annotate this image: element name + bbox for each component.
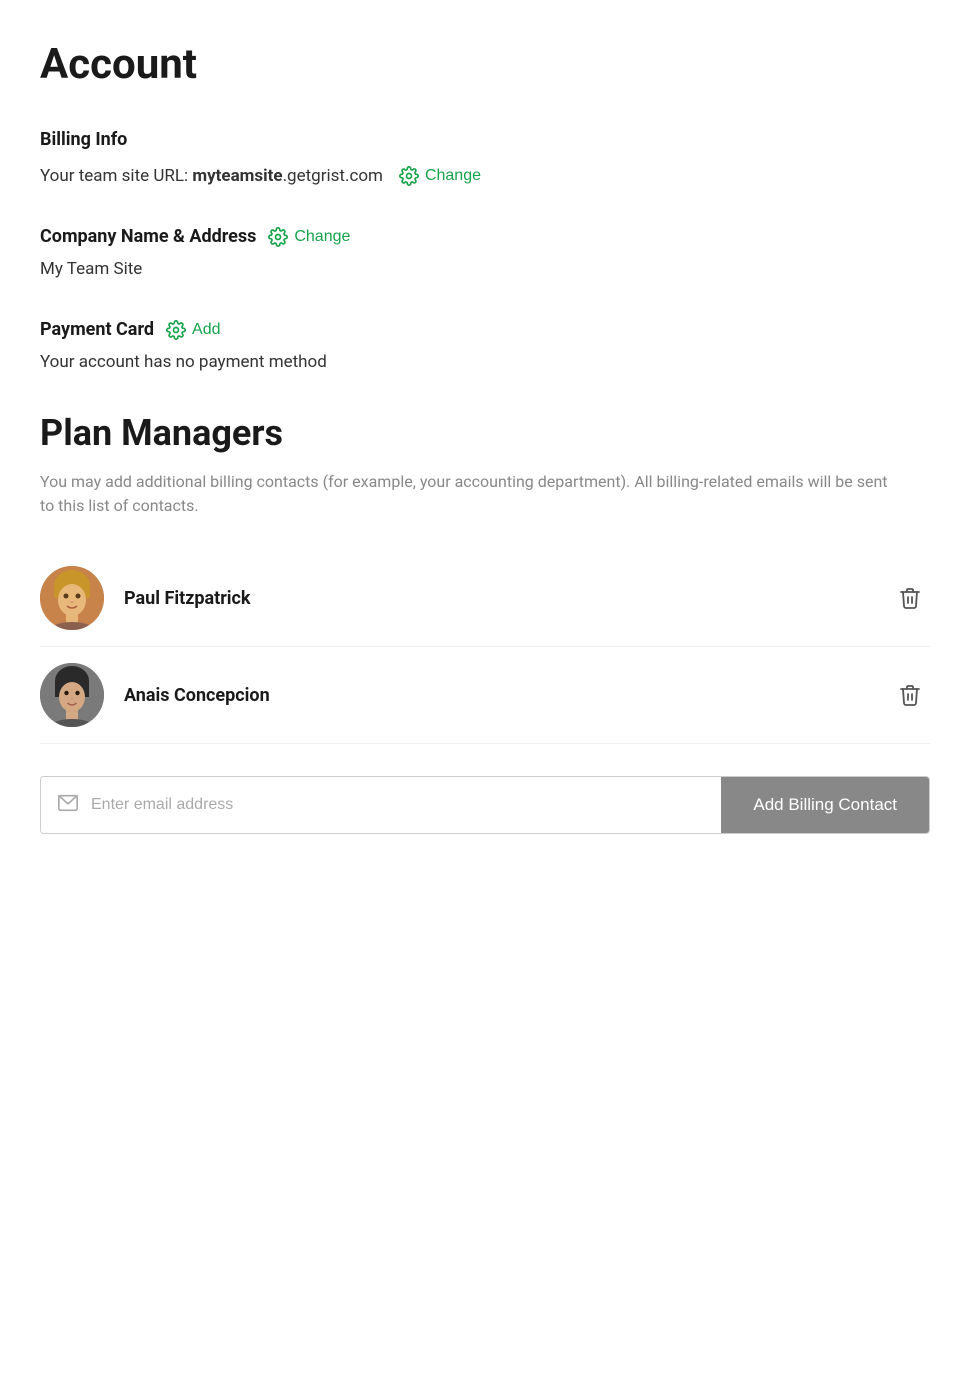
contact-item-paul: Paul Fitzpatrick <box>40 550 930 647</box>
payment-card-header: Payment Card Add <box>40 319 930 340</box>
contact-list: Paul Fitzpatrick <box>40 550 930 744</box>
no-payment-text: Your account has no payment method <box>40 352 930 372</box>
url-suffix-text: .getgrist.com <box>283 166 383 186</box>
gear-icon-payment <box>166 320 186 340</box>
trash-icon-anais <box>898 683 922 707</box>
change-url-button[interactable]: Change <box>399 166 481 186</box>
company-name-text: My Team Site <box>40 259 930 279</box>
url-bold-text: myteamsite <box>192 166 282 186</box>
contact-name-anais: Anais Concepcion <box>124 685 870 706</box>
email-input[interactable] <box>91 778 705 832</box>
company-section-header: Company Name & Address Change <box>40 226 930 247</box>
url-prefix-text: Your team site URL: <box>40 166 192 186</box>
delete-anais-button[interactable] <box>890 675 930 715</box>
billing-info-title: Billing Info <box>40 129 930 150</box>
contact-item-anais: Anais Concepcion <box>40 647 930 744</box>
change-url-label: Change <box>425 167 481 185</box>
company-title: Company Name & Address <box>40 226 256 247</box>
email-input-wrapper <box>41 777 721 833</box>
payment-card-title: Payment Card <box>40 319 154 340</box>
change-company-button[interactable]: Change <box>268 227 350 247</box>
plan-managers-description: You may add additional billing contacts … <box>40 470 900 518</box>
delete-paul-button[interactable] <box>890 578 930 618</box>
plan-managers-section: Plan Managers You may add additional bil… <box>40 412 930 834</box>
gear-icon <box>399 166 419 186</box>
avatar-anais <box>40 663 104 727</box>
envelope-icon <box>57 792 79 818</box>
add-payment-label: Add <box>192 321 220 339</box>
payment-card-section: Payment Card Add Your account has no pay… <box>40 319 930 372</box>
add-payment-button[interactable]: Add <box>166 320 220 340</box>
add-billing-contact-button[interactable]: Add Billing Contact <box>721 777 929 833</box>
plan-managers-title: Plan Managers <box>40 412 930 454</box>
url-label: Your team site URL: myteamsite.getgrist.… <box>40 166 383 186</box>
trash-icon-paul <box>898 586 922 610</box>
page-title: Account <box>40 40 930 89</box>
contact-name-paul: Paul Fitzpatrick <box>124 588 870 609</box>
change-company-label: Change <box>294 228 350 246</box>
team-site-url-row: Your team site URL: myteamsite.getgrist.… <box>40 166 930 186</box>
company-section: Company Name & Address Change My Team Si… <box>40 226 930 279</box>
add-contact-row: Add Billing Contact <box>40 776 930 834</box>
gear-icon-company <box>268 227 288 247</box>
billing-info-section: Billing Info Your team site URL: myteams… <box>40 129 930 186</box>
avatar-paul <box>40 566 104 630</box>
